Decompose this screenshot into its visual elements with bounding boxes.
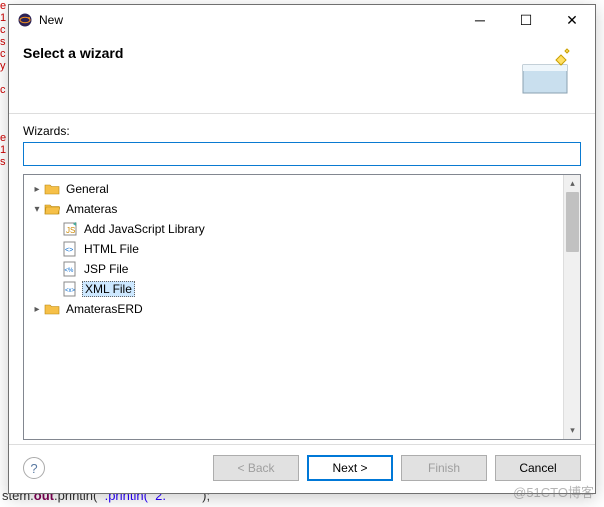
- html-icon: <>: [62, 241, 78, 257]
- tree-item-label: JSP File: [82, 262, 130, 276]
- tree-item-amateras[interactable]: ▾ Amateras: [26, 199, 561, 219]
- folder-closed-icon: [44, 301, 60, 317]
- close-button[interactable]: ✕: [549, 5, 595, 35]
- wizards-filter-input[interactable]: [23, 142, 581, 166]
- content-area: Wizards: ▸ General ▾ Amateras JS Add JavaScri…: [9, 114, 595, 444]
- next-button[interactable]: Next >: [307, 455, 393, 481]
- maximize-button[interactable]: ☐: [503, 5, 549, 35]
- tree-item-label: HTML File: [82, 242, 141, 256]
- banner-title: Select a wizard: [23, 45, 519, 61]
- tree-item-xml-file[interactable]: <x> XML File: [26, 279, 561, 299]
- back-button[interactable]: < Back: [213, 455, 299, 481]
- tree-scrollbar[interactable]: ▴ ▾: [563, 175, 580, 439]
- window-title: New: [39, 13, 457, 27]
- folder-closed-icon: [44, 181, 60, 197]
- wizards-tree: ▸ General ▾ Amateras JS Add JavaScript Librar…: [23, 174, 581, 440]
- eclipse-icon: [17, 12, 33, 28]
- svg-text:<%: <%: [65, 268, 75, 274]
- tree-item-label: AmaterasERD: [64, 302, 145, 316]
- js-icon: JS: [62, 221, 78, 237]
- scroll-up-arrow[interactable]: ▴: [564, 175, 581, 192]
- tree-item-general[interactable]: ▸ General: [26, 179, 561, 199]
- svg-text:<>: <>: [65, 247, 73, 254]
- tree-body[interactable]: ▸ General ▾ Amateras JS Add JavaScript Librar…: [24, 175, 563, 439]
- tree-item-label: XML File: [82, 281, 135, 297]
- twisty-icon[interactable]: ▾: [30, 204, 44, 215]
- scroll-thumb[interactable]: [566, 192, 579, 252]
- folder-open-icon: [44, 201, 60, 217]
- titlebar: New ─ ☐ ✕: [9, 5, 595, 35]
- tree-item-label: General: [64, 182, 111, 196]
- svg-text:JS: JS: [66, 226, 75, 235]
- cancel-button[interactable]: Cancel: [495, 455, 581, 481]
- finish-button[interactable]: Finish: [401, 455, 487, 481]
- twisty-icon[interactable]: ▸: [30, 304, 44, 315]
- wizard-banner-icon: [519, 45, 581, 97]
- scroll-down-arrow[interactable]: ▾: [564, 422, 581, 439]
- xml-icon: <x>: [62, 281, 78, 297]
- banner: Select a wizard: [9, 35, 595, 114]
- tree-item-amateraserd[interactable]: ▸ AmaterasERD: [26, 299, 561, 319]
- minimize-button[interactable]: ─: [457, 5, 503, 35]
- twisty-icon[interactable]: ▸: [30, 184, 44, 195]
- new-wizard-dialog: New ─ ☐ ✕ Select a wizard Wizards: ▸ Gene…: [8, 4, 596, 494]
- tree-item-label: Amateras: [64, 202, 119, 216]
- jsp-icon: <%: [62, 261, 78, 277]
- svg-text:<x>: <x>: [65, 288, 76, 294]
- tree-item-add-javascript-library[interactable]: JS Add JavaScript Library: [26, 219, 561, 239]
- tree-item-label: Add JavaScript Library: [82, 222, 207, 236]
- help-button[interactable]: ?: [23, 457, 45, 479]
- wizards-label: Wizards:: [23, 124, 581, 138]
- tree-item-jsp-file[interactable]: <% JSP File: [26, 259, 561, 279]
- footer: ? < Back Next > Finish Cancel: [9, 444, 595, 493]
- tree-item-html-file[interactable]: <> HTML File: [26, 239, 561, 259]
